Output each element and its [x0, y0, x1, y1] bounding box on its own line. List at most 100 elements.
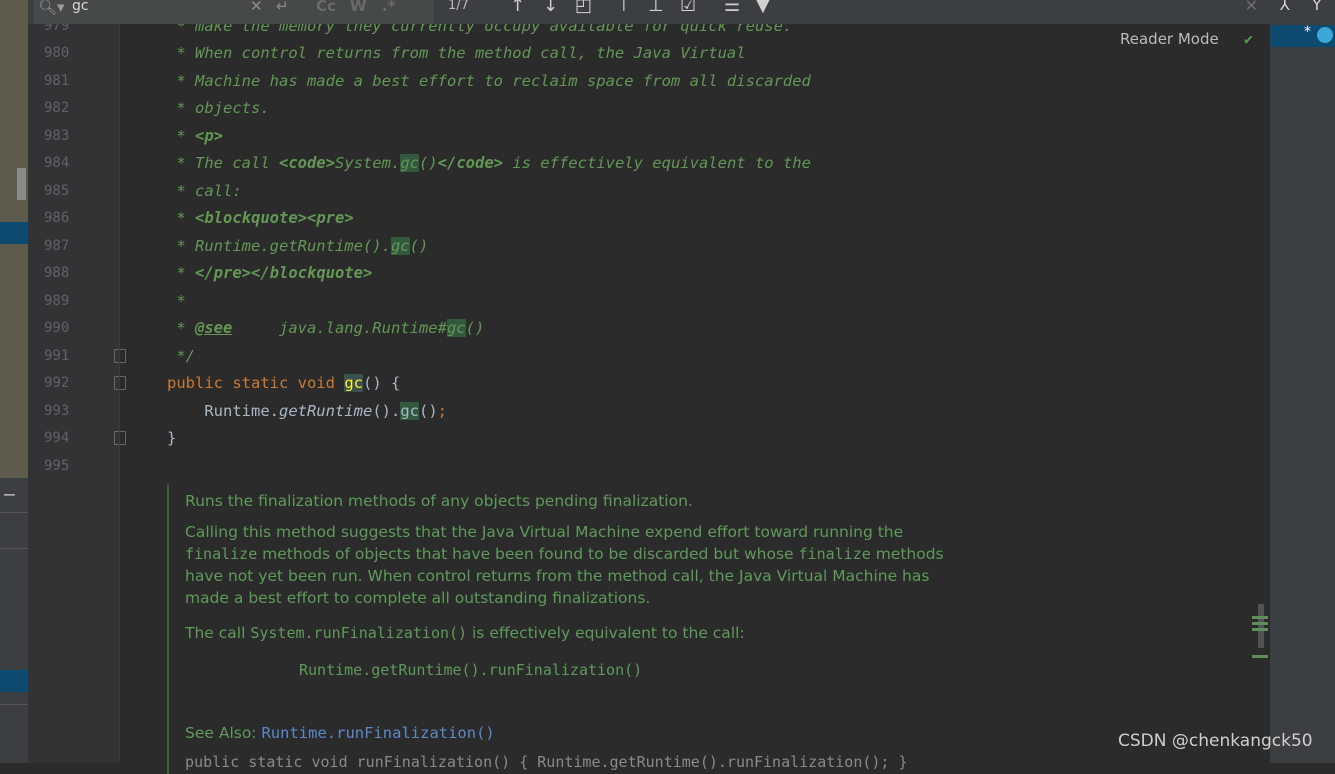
filter-icon[interactable]: Y [1312, 0, 1322, 14]
match-marker [1252, 616, 1268, 619]
select-all-occurrences-icon[interactable]: ◰ [575, 0, 592, 16]
code-line[interactable]: * Machine has made a best effort to recl… [167, 71, 811, 91]
left-selected-row[interactable] [0, 222, 28, 244]
search-icon[interactable]: 🔍︎▾ [38, 0, 65, 16]
doc-text: is effectively equivalent to the call: [467, 624, 745, 642]
doc-code: finalize [185, 545, 258, 563]
line-number: 993 [44, 403, 70, 419]
search-match: gc [400, 402, 419, 420]
java-class-icon [1317, 27, 1333, 43]
scrollbar-markers[interactable] [1252, 604, 1268, 658]
see-also-label: See Also: [185, 724, 262, 742]
add-selection-icon[interactable]: ⊤ [616, 0, 632, 16]
previous-occurrence-icon[interactable]: ↑ [510, 0, 525, 16]
match-marker [1252, 655, 1268, 658]
line-number: 981 [44, 73, 70, 89]
doc-text: have not yet been run. When control retu… [185, 567, 930, 585]
line-number: 987 [44, 238, 70, 254]
code-line[interactable]: * [167, 291, 185, 311]
doc-text: Calling this method suggests that the Ja… [185, 523, 904, 541]
code-line[interactable]: * @see java.lang.Runtime#gc() [167, 318, 484, 338]
watermark: CSDN @chenkangck50 [1118, 731, 1313, 751]
line-number: 991 [44, 348, 70, 364]
code-line[interactable]: * The call <code>System.gc()</code> is e… [167, 153, 811, 173]
fold-marker-icon[interactable] [114, 349, 126, 363]
doc-see-also: See Also: Runtime.runFinalization() [185, 722, 975, 744]
hierarchy-icon[interactable]: ⅄ [1280, 0, 1290, 14]
check-icon: ✔ [1244, 30, 1254, 48]
doc-summary: Runs the finalization methods of any obj… [185, 492, 693, 510]
reader-mode-toggle[interactable]: Reader Mode [1120, 30, 1219, 48]
next-occurrence-icon[interactable]: ↓ [543, 0, 558, 16]
collapse-icon[interactable]: — [4, 484, 15, 505]
code-line[interactable]: public static void runFinalization() { R… [167, 753, 907, 771]
close-find-icon[interactable]: ✕ [1245, 0, 1258, 15]
code-line[interactable]: public static void gc() { [167, 373, 400, 393]
clear-search-icon[interactable]: ✕ [250, 0, 263, 15]
fold-marker-icon[interactable] [114, 431, 126, 445]
left-divider [0, 512, 28, 513]
line-number: 994 [44, 430, 70, 446]
words-toggle[interactable]: W [350, 0, 367, 15]
code-line[interactable]: * Runtime.getRuntime().gc() [167, 236, 428, 256]
left-selected-row[interactable] [0, 670, 28, 692]
right-tool-panel: ⅄ Y * [1270, 0, 1335, 763]
code-line[interactable]: } [167, 428, 176, 448]
code-line[interactable]: * call: [167, 181, 241, 201]
line-number: 983 [44, 128, 70, 144]
match-case-toggle[interactable]: Cc [316, 0, 336, 15]
search-match: gc [390, 237, 410, 255]
line-number: 989 [44, 293, 70, 309]
code-line[interactable]: * objects. [167, 98, 269, 118]
multiline-icon[interactable]: ☰ [724, 0, 740, 16]
find-bar: 🔍︎▾ gc ✕ ↵ Cc W .* 1/7 ↑ ↓ ◰ ⊤ ⊥ ☑ ☰ ▼ ✕ [28, 0, 1270, 24]
doc-paragraph: The call System.runFinalization() is eff… [185, 622, 975, 644]
fold-marker-icon[interactable] [114, 376, 126, 390]
doc-code: finalize [798, 545, 871, 563]
rendered-javadoc: Runs the finalization methods of any obj… [167, 484, 989, 774]
code-line[interactable]: Runtime.getRuntime().gc(); [167, 401, 447, 421]
left-scroll-thumb[interactable] [17, 168, 26, 200]
left-tool-strip: — [0, 0, 28, 763]
line-number: 985 [44, 183, 70, 199]
line-number: 986 [44, 210, 70, 226]
gutter-divider [119, 0, 120, 763]
line-number: 982 [44, 100, 70, 116]
left-divider [0, 704, 28, 705]
code-line[interactable]: * <p> [167, 126, 223, 146]
match-marker [1252, 622, 1268, 625]
match-marker [1252, 628, 1268, 631]
toggle-selection-icon[interactable]: ☑ [680, 0, 696, 16]
line-number: 980 [44, 45, 70, 61]
code-line[interactable]: */ [167, 346, 195, 366]
line-number: 990 [44, 320, 70, 336]
filter-icon[interactable]: ▼ [756, 0, 770, 16]
doc-text: The call [185, 624, 251, 642]
code-line[interactable]: * <blockquote><pre> [167, 208, 353, 228]
line-number: 984 [44, 155, 70, 171]
doc-text: methods of objects that have been found … [257, 545, 799, 563]
left-divider [0, 548, 28, 549]
match-counter: 1/7 [448, 0, 469, 13]
line-number: 992 [44, 375, 70, 391]
regex-toggle[interactable]: .* [382, 0, 396, 15]
search-query[interactable]: gc [72, 0, 89, 14]
search-match: gc [400, 154, 419, 172]
doc-code-block: Runtime.getRuntime().runFinalization() [299, 661, 643, 679]
code-line[interactable]: * </pre></blockquote> [167, 263, 372, 283]
scrollbar-thumb[interactable] [1258, 604, 1264, 648]
doc-code: System.runFinalization() [250, 624, 468, 642]
line-number: 995 [44, 458, 70, 474]
see-also-link[interactable]: Runtime.runFinalization() [261, 724, 494, 742]
remove-selection-icon[interactable]: ⊥ [648, 0, 664, 16]
line-number: 988 [44, 265, 70, 281]
line-number-gutter: 979 980 981 982 983 984 985 986 987 988 … [28, 0, 126, 763]
doc-text: methods [870, 545, 944, 563]
search-match: gc [446, 319, 466, 337]
new-line-icon[interactable]: ↵ [276, 0, 289, 15]
current-search-match: gc [344, 374, 363, 392]
search-input[interactable]: 🔍︎▾ gc ✕ ↵ Cc W .* [34, 0, 434, 24]
code-line[interactable]: * When control returns from the method c… [167, 43, 745, 63]
doc-text: made a best effort to complete all outst… [185, 589, 651, 607]
doc-paragraph: Calling this method suggests that the Ja… [185, 521, 975, 609]
